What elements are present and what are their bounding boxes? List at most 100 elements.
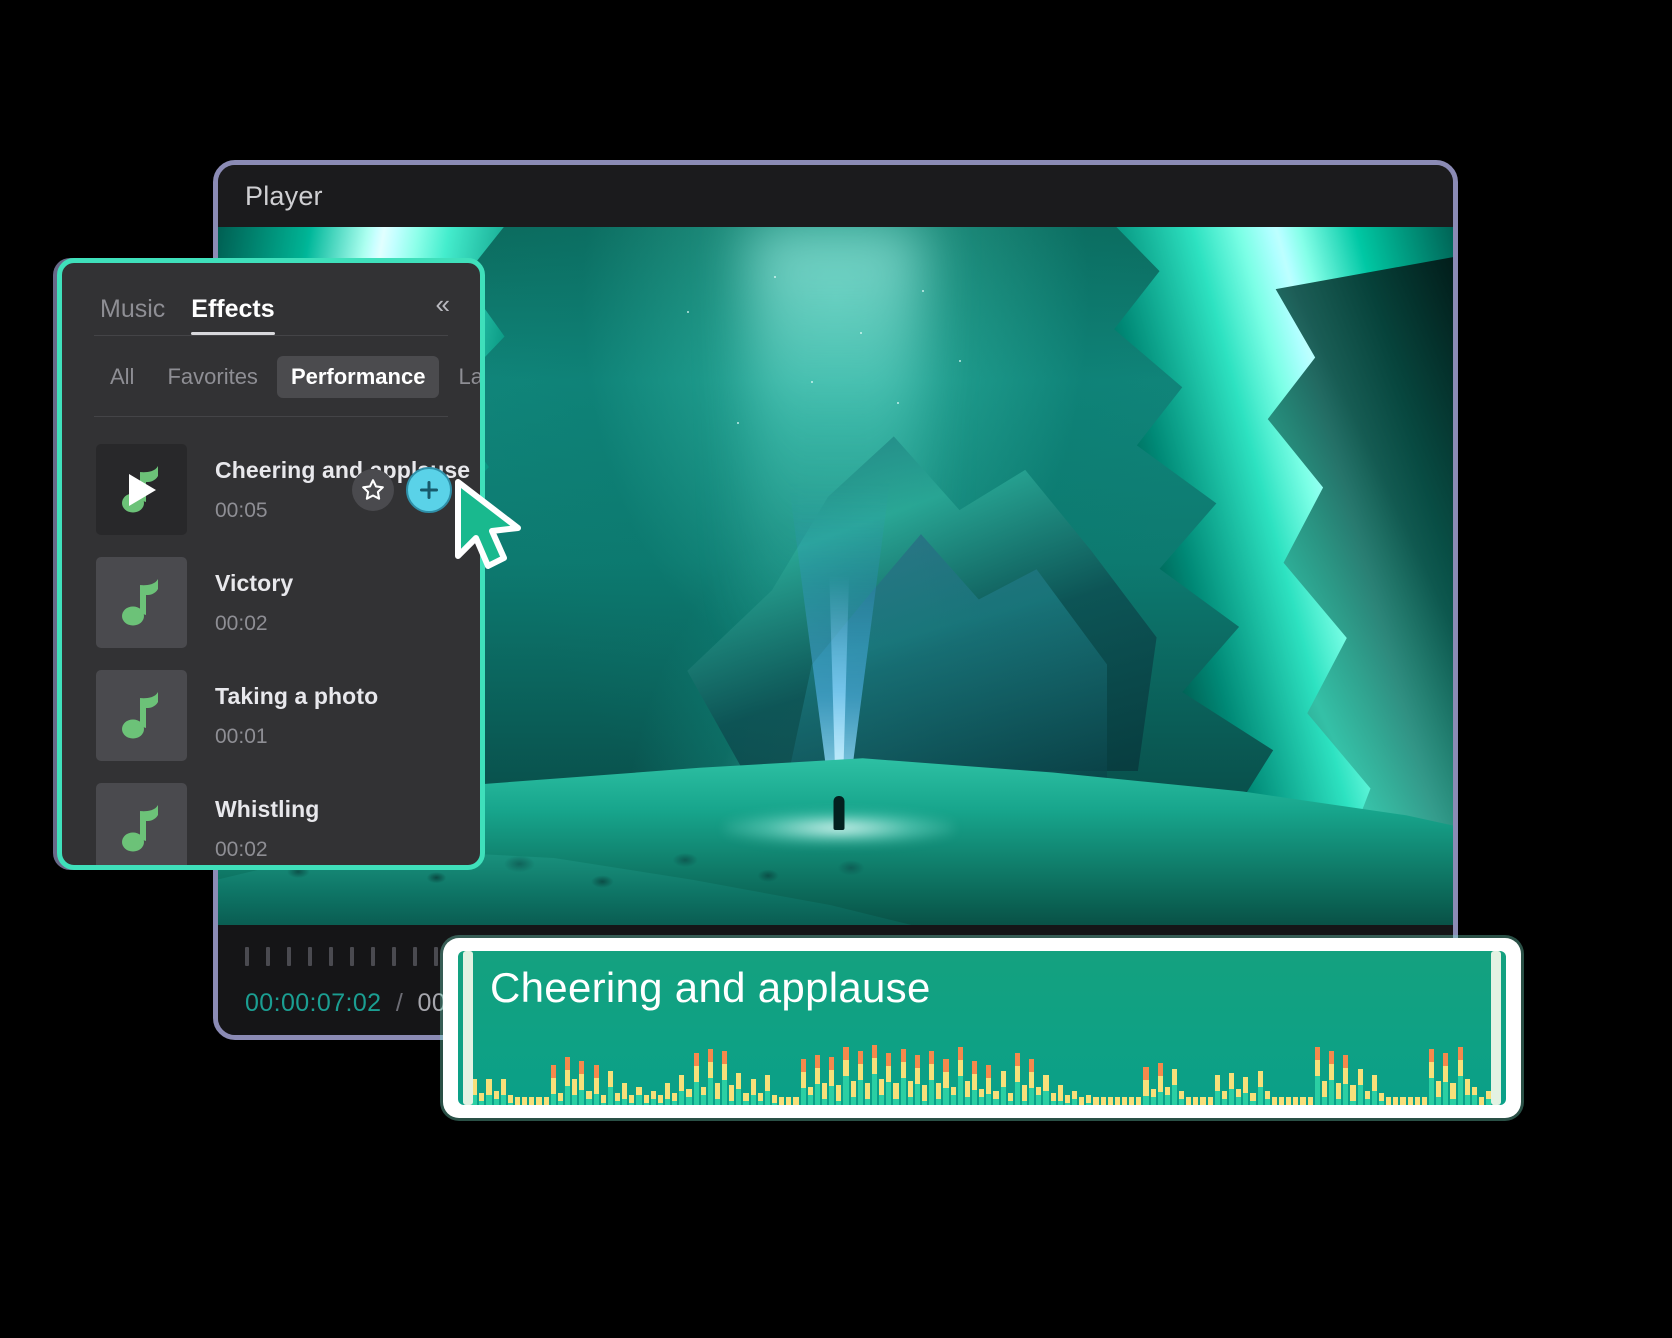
waveform-bar-mid (550, 1078, 556, 1094)
waveform-bar-base (664, 1099, 671, 1105)
waveform-bar-base (1086, 1103, 1092, 1105)
music-note-icon[interactable] (96, 444, 187, 535)
waveform-bar-base (672, 1101, 678, 1105)
waveform-bar (886, 1053, 892, 1105)
waveform-bar-mid (736, 1073, 742, 1089)
waveform-bar-mid (657, 1095, 663, 1103)
waveform-bar-base (1443, 1082, 1449, 1105)
waveform-bar-mid (1236, 1089, 1242, 1097)
waveform-bar (736, 1073, 742, 1105)
waveform-bar (914, 1055, 920, 1105)
waveform-bar-base (1021, 1101, 1028, 1105)
audio-clip-card[interactable]: Cheering and applause (443, 938, 1521, 1118)
waveform-bar (579, 1061, 585, 1105)
waveform-bar-mid (600, 1095, 606, 1103)
waveform-bar-peak (1029, 1059, 1035, 1072)
waveform-bar-base (1171, 1085, 1178, 1105)
waveform-bar (1007, 1093, 1013, 1105)
waveform-bar-mid (1071, 1091, 1078, 1099)
waveform-bar (650, 1091, 656, 1105)
play-icon[interactable] (125, 471, 159, 509)
waveform-bar-base (714, 1099, 721, 1105)
filter-chip-favorites[interactable]: Favorites (153, 356, 271, 398)
music-note-icon[interactable] (96, 783, 187, 865)
waveform-bar-base (1257, 1087, 1263, 1105)
waveform-bar (1043, 1075, 1049, 1105)
waveform-bar (672, 1093, 678, 1105)
waveform-bar-mid (1036, 1087, 1042, 1095)
waveform-bar (1029, 1059, 1035, 1105)
list-item[interactable]: Cheering and applause 00:05 (62, 433, 480, 546)
waveform-bar-base (979, 1097, 985, 1105)
waveform-bar-mid (1321, 1081, 1328, 1097)
waveform-bar-base (1343, 1084, 1349, 1105)
waveform-bar-base (1043, 1091, 1049, 1105)
player-titlebar: Player (218, 165, 1453, 227)
waveform-bar-peak (800, 1059, 806, 1072)
waveform-bar (843, 1047, 849, 1105)
waveform-bar-mid (1171, 1069, 1178, 1085)
waveform-bar (1243, 1077, 1249, 1105)
waveform-bar-mid (964, 1081, 970, 1097)
waveform-bar-base (814, 1084, 821, 1105)
waveform-bar-peak (593, 1065, 599, 1078)
star-icon[interactable] (352, 468, 394, 511)
waveform-bar-mid (1114, 1097, 1120, 1105)
star-speck (687, 310, 690, 313)
waveform-bar-peak (857, 1051, 863, 1064)
waveform-bar-mid (836, 1085, 842, 1101)
ruler-tick (350, 947, 354, 966)
plus-icon[interactable] (406, 466, 452, 513)
waveform-bar-peak (1314, 1047, 1320, 1060)
waveform-bar (629, 1095, 635, 1105)
filter-chip-laugh[interactable]: Laugh (444, 356, 480, 398)
waveform-bar (1464, 1079, 1470, 1105)
waveform-bar-mid (1350, 1085, 1356, 1101)
waveform-bar (1307, 1097, 1313, 1105)
music-note-icon[interactable] (96, 670, 187, 761)
waveform-bar-base (1457, 1076, 1463, 1105)
waveform-bar-mid (1436, 1081, 1442, 1097)
waveform-bar (1471, 1087, 1477, 1105)
filter-chip-all[interactable]: All (96, 356, 148, 398)
tab-effects[interactable]: Effects (191, 295, 276, 335)
list-item-meta: Taking a photo 00:01 (215, 683, 480, 749)
waveform-bar-mid (636, 1087, 642, 1095)
waveform-bar (922, 1085, 928, 1105)
list-item[interactable]: Victory 00:02 (62, 546, 480, 659)
waveform-bar-base (1236, 1097, 1242, 1105)
waveform-bar-base (1471, 1095, 1477, 1105)
waveform-bar-mid (607, 1071, 613, 1087)
waveform-bar (979, 1089, 985, 1105)
waveform-bar-base (1057, 1101, 1063, 1105)
filter-chip-performance[interactable]: Performance (276, 356, 440, 398)
clip-trim-handle-left[interactable] (463, 951, 473, 1105)
waveform-bar-base (893, 1099, 899, 1105)
waveform-bar-mid (622, 1083, 628, 1099)
ruler-tick (434, 947, 438, 966)
waveform-bar (1164, 1087, 1170, 1105)
clip-trim-handle-right[interactable] (1491, 951, 1501, 1105)
list-item[interactable]: Taking a photo 00:01 (62, 659, 480, 772)
waveform-bar-base (500, 1095, 506, 1105)
waveform-bar (872, 1045, 878, 1105)
waveform-bar (964, 1081, 970, 1105)
waveform-bar-base (629, 1103, 635, 1105)
waveform-bar-mid (886, 1066, 892, 1082)
filter-chip-row: All Favorites Performance Laugh (62, 336, 480, 398)
list-item[interactable]: Whistling 00:02 (62, 772, 480, 865)
waveform-bar-mid (1307, 1097, 1313, 1105)
waveform-bar-base (857, 1080, 863, 1105)
tab-music[interactable]: Music (100, 295, 165, 335)
waveform-bar (1286, 1097, 1292, 1105)
waveform-bar-mid (807, 1087, 813, 1095)
waveform-bar (1400, 1097, 1406, 1105)
waveform-bar-mid (1050, 1093, 1056, 1101)
music-note-icon[interactable] (96, 557, 187, 648)
waveform-bar-peak (814, 1055, 821, 1068)
waveform-bar-mid (614, 1093, 621, 1101)
double-chevron-left-icon[interactable]: « (430, 287, 456, 321)
waveform-bar-mid (979, 1089, 985, 1097)
waveform-bar-mid (1264, 1091, 1270, 1099)
waveform-bar-base (1150, 1097, 1156, 1105)
